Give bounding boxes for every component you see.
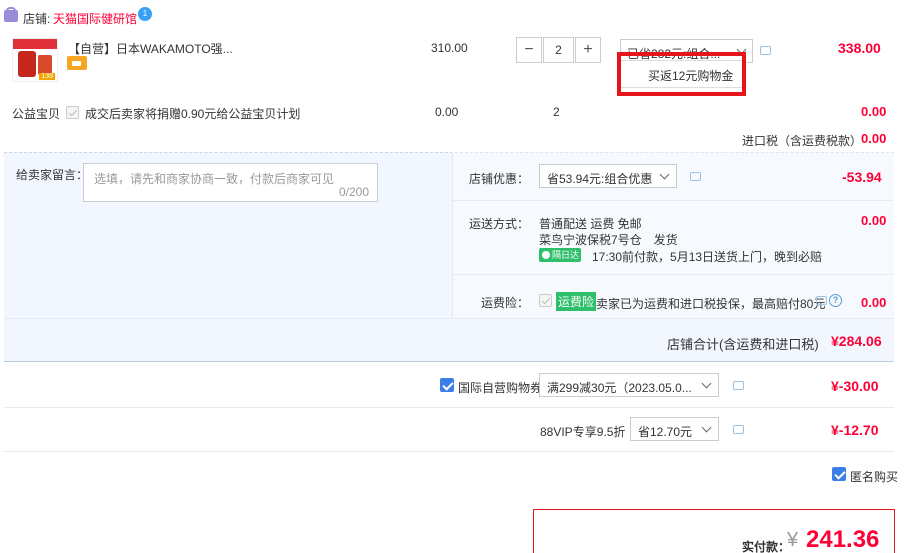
charity-price: 0.00 <box>435 105 459 119</box>
shop-discount-label: 店铺优惠： <box>469 172 530 186</box>
seller-message-placeholder: 选填，请先和商家协商一致，付款后商家可见 <box>94 172 335 186</box>
chevron-down-icon <box>659 169 670 180</box>
anonymous-label[interactable]: 匿名购买 <box>850 468 898 485</box>
shipping-label: 运送方式： <box>469 217 530 231</box>
shop-name-link[interactable]: 天猫国际健研馆 <box>53 10 137 27</box>
message-icon[interactable] <box>733 425 744 434</box>
vip-value: ¥-12.70 <box>831 422 879 438</box>
credit-card-icon <box>67 56 87 70</box>
insurance-tag: 运费险 <box>556 292 597 311</box>
highlight-box <box>617 52 746 96</box>
vip-label: 88VIP专享9.5折 <box>540 425 626 439</box>
message-icon[interactable] <box>760 46 771 55</box>
shipping-method: 普通配送 运费 免邮 <box>539 217 642 231</box>
seller-message-counter: 0/200 <box>338 185 369 199</box>
quantity-stepper: − 2 + <box>516 37 601 63</box>
clock-icon <box>542 251 550 259</box>
payment-label: 实付款： <box>742 540 791 553</box>
shop-total-label: 店铺合计(含运费和进口税) <box>667 337 819 352</box>
shop-icon <box>4 7 18 22</box>
thumbnail-price-badge: 139 <box>39 73 55 80</box>
charity-quantity: 2 <box>553 105 560 119</box>
chevron-down-icon <box>701 422 712 433</box>
wangwang-chat-icon[interactable]: 1 <box>138 7 152 21</box>
anonymous-checkbox[interactable] <box>832 467 846 481</box>
payment-currency: ¥ <box>787 529 799 551</box>
payment-amount: 241.36 <box>806 526 880 553</box>
charity-checkbox[interactable] <box>66 106 79 119</box>
seller-message-label: 给卖家留言： <box>16 168 89 182</box>
shop-discount-value: -53.94 <box>842 169 882 185</box>
shipping-warehouse: 菜鸟宁波保税7号仓 发货 <box>539 233 678 247</box>
message-icon[interactable] <box>816 296 827 305</box>
product-thumbnail[interactable]: 139 <box>12 38 58 82</box>
coupon-select[interactable]: 满299减30元（2023.05.0... <box>539 373 719 397</box>
product-title-link[interactable]: 【自营】日本WAKAMOTO强... <box>68 40 233 57</box>
quantity-input[interactable]: 2 <box>543 37 574 63</box>
import-tax-label: 进口税（含运费税款） <box>742 134 863 148</box>
next-day-badge: 隔日达 <box>539 248 581 262</box>
insurance-checkbox[interactable] <box>539 294 552 307</box>
insurance-text: 卖家已为运费和进口税投保，最高赔付80元 <box>596 297 826 311</box>
quantity-minus-button[interactable]: − <box>516 37 542 63</box>
message-icon[interactable] <box>690 172 701 181</box>
shipping-delivery-note: 17:30前付款，5月13日送货上门，晚到必赔 <box>592 250 823 264</box>
help-icon[interactable]: ? <box>829 294 842 307</box>
charity-subtotal: 0.00 <box>861 104 887 119</box>
shop-label: 店铺: <box>23 12 51 26</box>
shop-header: 店铺: 天猫国际健研馆 1 <box>0 0 913 32</box>
seller-message-input[interactable]: 选填，请先和商家协商一致，付款后商家可见 0/200 <box>83 163 378 202</box>
import-tax-value: 0.00 <box>861 131 887 146</box>
insurance-value: 0.00 <box>861 295 887 310</box>
shop-discount-select[interactable]: 省53.94元:组合优惠 <box>539 164 677 188</box>
shipping-value: 0.00 <box>861 213 887 228</box>
chevron-down-icon <box>701 378 712 389</box>
message-icon[interactable] <box>733 381 744 390</box>
coupon-checkbox[interactable] <box>440 378 454 392</box>
insurance-label: 运费险： <box>481 296 530 310</box>
payment-summary-box: 实付款： ¥ 241.36 <box>533 509 895 553</box>
vip-select[interactable]: 省12.70元 <box>630 417 719 441</box>
coupon-label: 国际自营购物券 <box>458 381 543 395</box>
product-subtotal: 338.00 <box>838 40 881 56</box>
product-unit-price: 310.00 <box>431 41 468 55</box>
shop-total-value: ¥284.06 <box>831 333 882 349</box>
charity-label: 公益宝贝 <box>12 107 61 121</box>
quantity-plus-button[interactable]: + <box>575 37 601 63</box>
coupon-value: ¥-30.00 <box>831 378 879 394</box>
charity-text: 成交后卖家将捐赠0.90元给公益宝贝计划 <box>85 107 301 121</box>
